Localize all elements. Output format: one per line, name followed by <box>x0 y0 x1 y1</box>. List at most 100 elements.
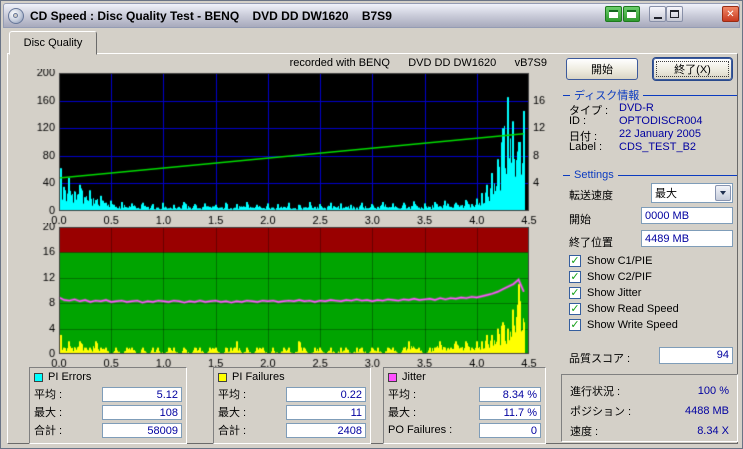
progress-row: 進行状況 : 100 % <box>570 381 729 401</box>
pi-errors-speed-chart <box>19 69 559 227</box>
stat-label: PO Failures : <box>388 424 453 436</box>
pi-failures-panel: PI Failures 平均 : 0.22 最大 : 11 合計 : 2408 <box>213 367 371 444</box>
disc-label-label: Label : <box>569 141 603 153</box>
checkmark-icon: ✓ <box>570 255 580 267</box>
checkbox-box[interactable]: ✓ <box>569 255 581 267</box>
position-row: ポジション : 4488 MB <box>570 401 729 421</box>
start-button-label: 開始 <box>591 64 613 76</box>
disc-id-row: ID : OPTODISCR004 <box>569 115 737 127</box>
quality-score-label: 品質スコア : <box>569 353 631 365</box>
transfer-speed-value: 最大 <box>655 188 677 200</box>
exit-button[interactable]: 終了(X) <box>653 58 732 80</box>
speed-row: 速度 : 8.34 X <box>570 421 729 441</box>
start-button[interactable]: 開始 <box>566 58 638 80</box>
stat-label: 合計 : <box>218 425 247 437</box>
cd-icon <box>8 7 24 24</box>
stat-value: 58009 <box>102 422 182 438</box>
jitter-legend-swatch <box>388 372 397 382</box>
transfer-speed-select[interactable]: 最大 <box>651 183 733 203</box>
stat-value: 2408 <box>286 422 366 438</box>
disc-id-value: OPTODISCR004 <box>619 115 703 127</box>
mini-window-icon <box>609 10 618 18</box>
status-panel: 進行状況 : 100 % ポジション : 4488 MB 速度 : 8.34 X <box>561 374 738 442</box>
checkbox-label: Show Jitter <box>587 287 642 299</box>
checkbox-show-write-speed[interactable]: ✓ Show Write Speed <box>569 318 678 332</box>
checkbox-label: Show Read Speed <box>587 303 679 315</box>
position-label: ポジション : <box>570 406 632 418</box>
transfer-speed-label: 転送速度 <box>569 190 613 202</box>
combo-dropdown-button[interactable] <box>715 185 731 201</box>
minimize-icon <box>653 17 662 19</box>
close-icon: ✕ <box>726 8 735 20</box>
stat-title: Jitter <box>402 371 426 383</box>
checkbox-box[interactable]: ✓ <box>569 271 581 283</box>
stat-value: 108 <box>102 404 182 420</box>
pi-failures-legend-swatch <box>218 372 227 382</box>
mini-window-icon <box>627 10 636 18</box>
stat-label: 平均 : <box>218 389 247 401</box>
stat-value: 11.7 % <box>479 404 541 420</box>
end-position-input[interactable] <box>641 230 733 247</box>
pi-errors-panel: PI Errors 平均 : 5.12 最大 : 108 合計 : 58009 <box>29 367 187 444</box>
disc-label-value: CDS_TEST_B2 <box>619 141 697 153</box>
maximize-icon <box>670 10 679 18</box>
jitter-panel: Jitter 平均 : 8.34 % 最大 : 11.7 % PO Failures… <box>383 367 546 444</box>
recorded-with-label: recorded with BENQ DVD DD DW1620 vB7S9 <box>289 57 547 69</box>
stat-title: PI Failures <box>232 371 285 383</box>
maximize-button[interactable] <box>666 6 683 22</box>
window-title: CD Speed : Disc Quality Test - BENQ DVD … <box>30 8 392 23</box>
progress-value: 100 % <box>697 385 729 397</box>
stat-value: 8.34 % <box>479 386 541 402</box>
checkbox-box[interactable]: ✓ <box>569 319 581 331</box>
exit-button-label: 終了(X) <box>674 64 711 76</box>
checkbox-box[interactable]: ✓ <box>569 287 581 299</box>
disc-info-header: ディスク情報 <box>563 87 737 103</box>
speed-value: 8.34 X <box>697 425 729 437</box>
stat-label: 最大 : <box>34 407 63 419</box>
quality-score-value: 94 <box>659 347 733 364</box>
tab-disc-quality[interactable]: Disc Quality <box>9 31 97 55</box>
start-position-input[interactable] <box>641 207 733 224</box>
pi-failures-jitter-chart <box>19 223 559 369</box>
start-position-label: 開始 <box>569 214 591 226</box>
speed-label: 速度 : <box>570 426 599 438</box>
toolbar-chart-window-icon-1[interactable] <box>605 6 622 22</box>
checkbox-box[interactable]: ✓ <box>569 303 581 315</box>
checkbox-label: Show C1/PIE <box>587 255 653 267</box>
minimize-button[interactable] <box>649 6 666 22</box>
progress-label: 進行状況 : <box>570 386 621 398</box>
checkbox-show-jitter[interactable]: ✓ Show Jitter <box>569 286 641 300</box>
tab-label: Disc Quality <box>23 37 83 49</box>
toolbar-chart-window-icon-2[interactable] <box>623 6 640 22</box>
disc-label-row: Label : CDS_TEST_B2 <box>569 141 737 153</box>
checkmark-icon: ✓ <box>570 271 580 283</box>
stat-label: 最大 : <box>218 407 247 419</box>
stat-label: 合計 : <box>34 425 63 437</box>
chevron-down-icon <box>720 191 726 195</box>
stat-title: PI Errors <box>48 371 92 383</box>
disc-info-header-label: ディスク情報 <box>574 90 640 102</box>
close-button[interactable]: ✕ <box>722 6 739 22</box>
checkbox-label: Show C2/PIF <box>587 271 652 283</box>
checkbox-show-c1pie[interactable]: ✓ Show C1/PIE <box>569 254 652 268</box>
position-value: 4488 MB <box>684 405 729 417</box>
stat-label: 最大 : <box>388 407 417 419</box>
stat-value: 11 <box>286 404 366 420</box>
checkmark-icon: ✓ <box>570 303 580 315</box>
stat-value: 5.12 <box>102 386 182 402</box>
disc-id-label: ID : <box>569 115 587 127</box>
end-position-label: 終了位置 <box>569 237 613 249</box>
checkmark-icon: ✓ <box>570 319 580 331</box>
app-window: CD Speed : Disc Quality Test - BENQ DVD … <box>0 0 743 449</box>
settings-header-label: Settings <box>574 169 614 181</box>
settings-header: Settings <box>563 169 737 181</box>
stat-value: 0.22 <box>286 386 366 402</box>
stat-value: 0 <box>479 422 541 438</box>
checkbox-show-c2pif[interactable]: ✓ Show C2/PIF <box>569 270 652 284</box>
checkbox-label: Show Write Speed <box>587 319 678 331</box>
stat-label: 平均 : <box>34 389 63 401</box>
checkmark-icon: ✓ <box>570 287 580 299</box>
checkbox-show-read-speed[interactable]: ✓ Show Read Speed <box>569 302 679 316</box>
stat-label: 平均 : <box>388 389 417 401</box>
pi-errors-legend-swatch <box>34 372 43 382</box>
